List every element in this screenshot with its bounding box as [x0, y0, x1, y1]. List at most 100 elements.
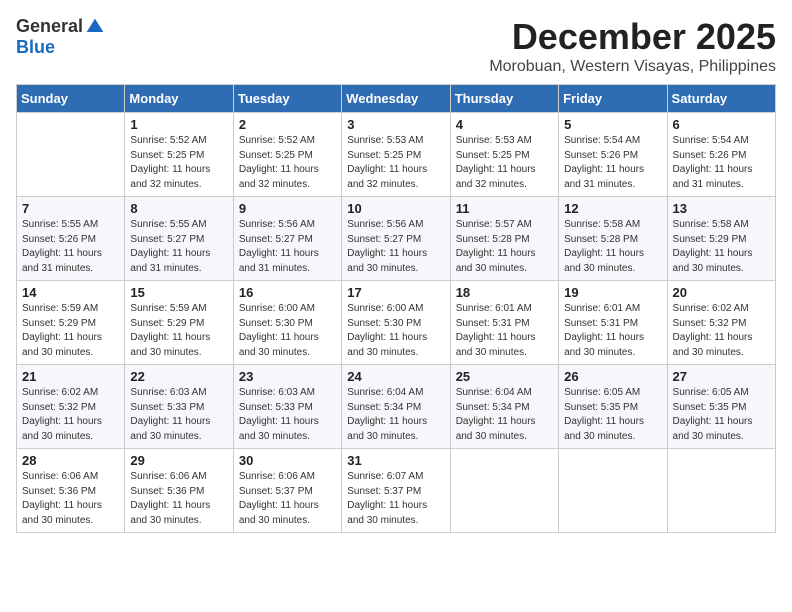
weekday-header-friday: Friday: [559, 85, 667, 113]
week-row-3: 14 Sunrise: 5:59 AM Sunset: 5:29 PM Dayli…: [17, 281, 776, 365]
weekday-header-sunday: Sunday: [17, 85, 125, 113]
weekday-header-row: SundayMondayTuesdayWednesdayThursdayFrid…: [17, 85, 776, 113]
day-info: Sunrise: 5:54 AM Sunset: 5:26 PM Dayligh…: [673, 134, 770, 192]
calendar-cell: 13 Sunrise: 5:58 AM Sunset: 5:29 PM Dayli…: [667, 197, 775, 281]
day-info: Sunrise: 6:05 AM Sunset: 5:35 PM Dayligh…: [564, 386, 661, 444]
day-info: Sunrise: 5:56 AM Sunset: 5:27 PM Dayligh…: [239, 218, 336, 276]
day-info: Sunrise: 6:00 AM Sunset: 5:30 PM Dayligh…: [239, 302, 336, 360]
weekday-header-tuesday: Tuesday: [233, 85, 341, 113]
day-info: Sunrise: 6:04 AM Sunset: 5:34 PM Dayligh…: [456, 386, 553, 444]
calendar-cell: 26 Sunrise: 6:05 AM Sunset: 5:35 PM Dayli…: [559, 365, 667, 449]
day-info: Sunrise: 6:06 AM Sunset: 5:37 PM Dayligh…: [239, 470, 336, 528]
day-number: 29: [130, 453, 227, 468]
day-number: 22: [130, 369, 227, 384]
day-number: 8: [130, 201, 227, 216]
calendar-cell: 19 Sunrise: 6:01 AM Sunset: 5:31 PM Dayli…: [559, 281, 667, 365]
week-row-5: 28Sunrise: 6:06 AM Sunset: 5:36 PM Dayli…: [17, 449, 776, 533]
day-info: Sunrise: 5:58 AM Sunset: 5:28 PM Dayligh…: [564, 218, 661, 276]
calendar-cell: 27 Sunrise: 6:05 AM Sunset: 5:35 PM Dayli…: [667, 365, 775, 449]
day-number: 17: [347, 285, 444, 300]
day-info: Sunrise: 6:01 AM Sunset: 5:31 PM Dayligh…: [564, 302, 661, 360]
day-number: 20: [673, 285, 770, 300]
logo-general-text: General: [16, 16, 83, 37]
day-info: Sunrise: 5:59 AM Sunset: 5:29 PM Dayligh…: [22, 302, 119, 360]
day-info: Sunrise: 5:52 AM Sunset: 5:25 PM Dayligh…: [239, 134, 336, 192]
logo-blue-text: Blue: [16, 37, 55, 58]
day-info: Sunrise: 5:53 AM Sunset: 5:25 PM Dayligh…: [347, 134, 444, 192]
day-info: Sunrise: 6:03 AM Sunset: 5:33 PM Dayligh…: [130, 386, 227, 444]
day-info: Sunrise: 5:53 AM Sunset: 5:25 PM Dayligh…: [456, 134, 553, 192]
calendar-cell: 3 Sunrise: 5:53 AM Sunset: 5:25 PM Daylig…: [342, 113, 450, 197]
day-number: 4: [456, 117, 553, 132]
day-number: 14: [22, 285, 119, 300]
calendar-cell: 29Sunrise: 6:06 AM Sunset: 5:36 PM Dayli…: [125, 449, 233, 533]
calendar-cell: 11 Sunrise: 5:57 AM Sunset: 5:28 PM Dayli…: [450, 197, 558, 281]
day-number: 26: [564, 369, 661, 384]
page-header: General Blue December 2025 Morobuan, Wes…: [16, 16, 776, 76]
logo-icon: [85, 17, 105, 37]
day-info: Sunrise: 6:05 AM Sunset: 5:35 PM Dayligh…: [673, 386, 770, 444]
calendar-cell: 23Sunrise: 6:03 AM Sunset: 5:33 PM Dayli…: [233, 365, 341, 449]
calendar-cell: [17, 113, 125, 197]
day-number: 1: [130, 117, 227, 132]
day-info: Sunrise: 5:59 AM Sunset: 5:29 PM Dayligh…: [130, 302, 227, 360]
day-number: 25: [456, 369, 553, 384]
day-number: 3: [347, 117, 444, 132]
day-number: 15: [130, 285, 227, 300]
week-row-2: 7 Sunrise: 5:55 AM Sunset: 5:26 PM Daylig…: [17, 197, 776, 281]
weekday-header-thursday: Thursday: [450, 85, 558, 113]
day-info: Sunrise: 5:55 AM Sunset: 5:26 PM Dayligh…: [22, 218, 119, 276]
calendar-cell: 22 Sunrise: 6:03 AM Sunset: 5:33 PM Dayli…: [125, 365, 233, 449]
day-number: 10: [347, 201, 444, 216]
calendar-cell: 21Sunrise: 6:02 AM Sunset: 5:32 PM Dayli…: [17, 365, 125, 449]
day-number: 2: [239, 117, 336, 132]
day-info: Sunrise: 5:54 AM Sunset: 5:26 PM Dayligh…: [564, 134, 661, 192]
day-info: Sunrise: 5:58 AM Sunset: 5:29 PM Dayligh…: [673, 218, 770, 276]
day-number: 6: [673, 117, 770, 132]
calendar-cell: [559, 449, 667, 533]
day-info: Sunrise: 6:06 AM Sunset: 5:36 PM Dayligh…: [22, 470, 119, 528]
day-info: Sunrise: 5:52 AM Sunset: 5:25 PM Dayligh…: [130, 134, 227, 192]
day-info: Sunrise: 5:55 AM Sunset: 5:27 PM Dayligh…: [130, 218, 227, 276]
day-number: 11: [456, 201, 553, 216]
day-number: 27: [673, 369, 770, 384]
day-info: Sunrise: 6:01 AM Sunset: 5:31 PM Dayligh…: [456, 302, 553, 360]
day-number: 7: [22, 201, 119, 216]
calendar-cell: 4 Sunrise: 5:53 AM Sunset: 5:25 PM Daylig…: [450, 113, 558, 197]
calendar-cell: 12 Sunrise: 5:58 AM Sunset: 5:28 PM Dayli…: [559, 197, 667, 281]
day-number: 16: [239, 285, 336, 300]
day-number: 18: [456, 285, 553, 300]
day-info: Sunrise: 6:02 AM Sunset: 5:32 PM Dayligh…: [673, 302, 770, 360]
day-number: 31: [347, 453, 444, 468]
calendar-cell: [450, 449, 558, 533]
calendar-cell: 20 Sunrise: 6:02 AM Sunset: 5:32 PM Dayli…: [667, 281, 775, 365]
day-info: Sunrise: 5:57 AM Sunset: 5:28 PM Dayligh…: [456, 218, 553, 276]
day-info: Sunrise: 6:00 AM Sunset: 5:30 PM Dayligh…: [347, 302, 444, 360]
day-info: Sunrise: 5:56 AM Sunset: 5:27 PM Dayligh…: [347, 218, 444, 276]
calendar-cell: 30 Sunrise: 6:06 AM Sunset: 5:37 PM Dayli…: [233, 449, 341, 533]
calendar-cell: 24 Sunrise: 6:04 AM Sunset: 5:34 PM Dayli…: [342, 365, 450, 449]
location-title: Morobuan, Western Visayas, Philippines: [489, 58, 776, 76]
title-section: December 2025 Morobuan, Western Visayas,…: [489, 16, 776, 76]
day-number: 13: [673, 201, 770, 216]
day-info: Sunrise: 6:07 AM Sunset: 5:37 PM Dayligh…: [347, 470, 444, 528]
day-number: 30: [239, 453, 336, 468]
calendar-cell: 5 Sunrise: 5:54 AM Sunset: 5:26 PM Daylig…: [559, 113, 667, 197]
week-row-4: 21Sunrise: 6:02 AM Sunset: 5:32 PM Dayli…: [17, 365, 776, 449]
logo: General Blue: [16, 16, 105, 58]
day-number: 21: [22, 369, 119, 384]
weekday-header-saturday: Saturday: [667, 85, 775, 113]
day-number: 9: [239, 201, 336, 216]
calendar-cell: 6 Sunrise: 5:54 AM Sunset: 5:26 PM Daylig…: [667, 113, 775, 197]
day-number: 24: [347, 369, 444, 384]
calendar-cell: 17 Sunrise: 6:00 AM Sunset: 5:30 PM Dayli…: [342, 281, 450, 365]
day-number: 19: [564, 285, 661, 300]
calendar-cell: 16 Sunrise: 6:00 AM Sunset: 5:30 PM Dayli…: [233, 281, 341, 365]
day-number: 5: [564, 117, 661, 132]
calendar-cell: 18 Sunrise: 6:01 AM Sunset: 5:31 PM Dayli…: [450, 281, 558, 365]
calendar-cell: 9 Sunrise: 5:56 AM Sunset: 5:27 PM Daylig…: [233, 197, 341, 281]
day-info: Sunrise: 6:04 AM Sunset: 5:34 PM Dayligh…: [347, 386, 444, 444]
calendar-cell: 2 Sunrise: 5:52 AM Sunset: 5:25 PM Daylig…: [233, 113, 341, 197]
day-number: 12: [564, 201, 661, 216]
calendar-cell: 8 Sunrise: 5:55 AM Sunset: 5:27 PM Daylig…: [125, 197, 233, 281]
